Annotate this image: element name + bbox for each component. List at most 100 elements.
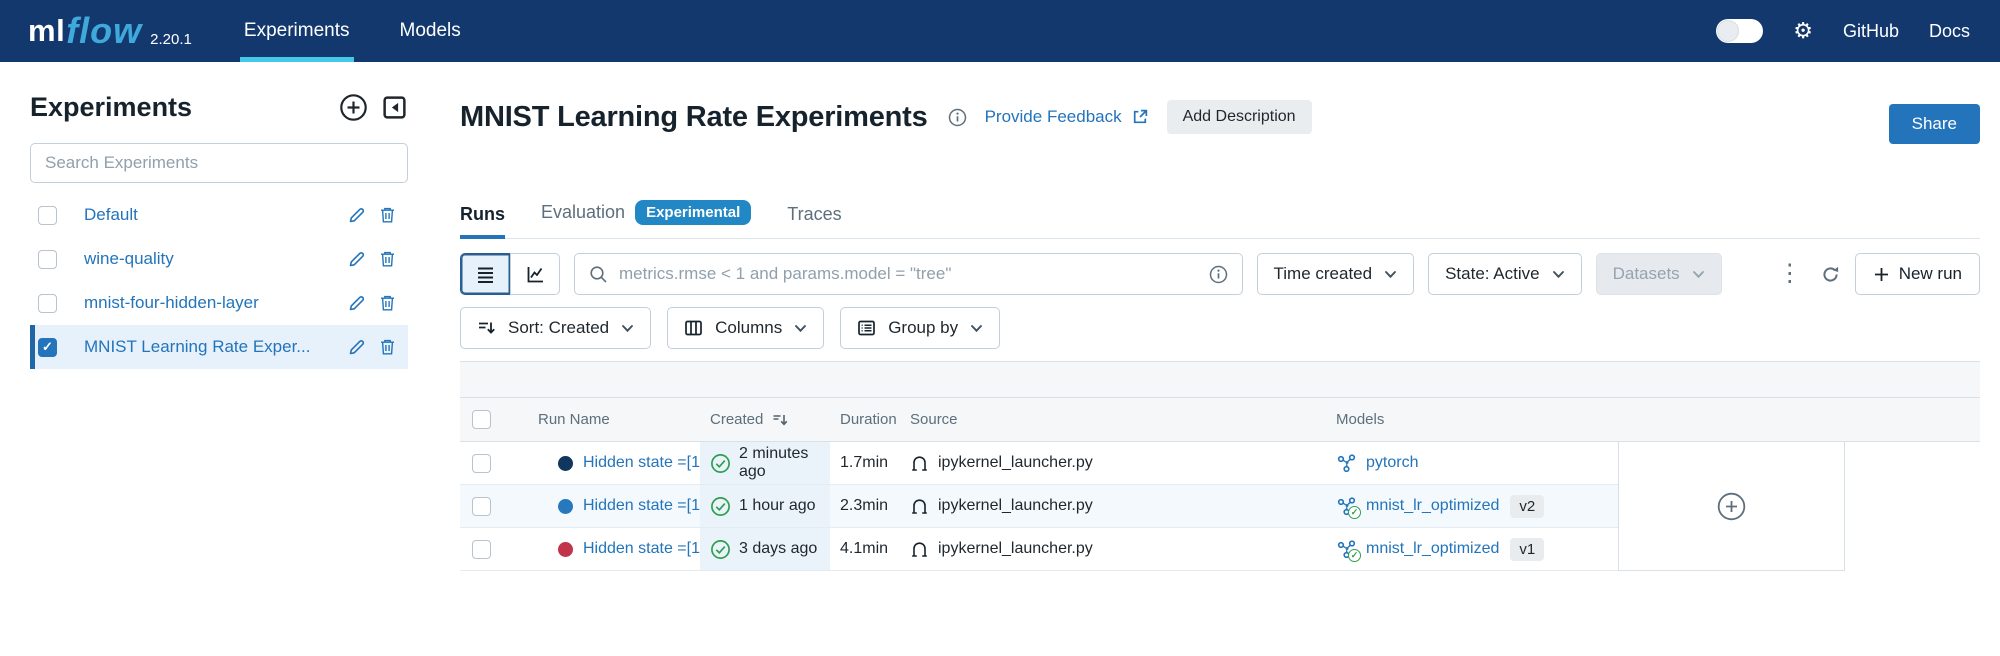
github-link[interactable]: GitHub <box>1843 21 1899 42</box>
group-by-dropdown[interactable]: Group by <box>840 307 1000 349</box>
share-button[interactable]: Share <box>1889 104 1980 144</box>
notebook-source-icon <box>910 454 929 473</box>
chart-view-icon <box>525 264 546 285</box>
model-link[interactable]: mnist_lr_optimized <box>1366 497 1499 515</box>
nav-tab-experiments[interactable]: Experiments <box>244 0 350 62</box>
top-navbar: mlflow2.20.1 Experiments Models ⚙ GitHub… <box>0 0 2000 62</box>
runs-search-input[interactable] <box>619 264 1198 284</box>
refresh-icon[interactable] <box>1820 264 1841 285</box>
theme-toggle[interactable] <box>1716 19 1763 43</box>
experiment-checkbox[interactable] <box>38 206 57 225</box>
search-experiments-input[interactable] <box>30 143 408 183</box>
version-label: 2.20.1 <box>150 31 192 48</box>
model-link[interactable]: mnist_lr_optimized <box>1366 540 1499 558</box>
registered-check-icon: ✓ <box>1348 549 1361 562</box>
run-row[interactable]: Hidden state =[1024, 1... 2 minutes ago … <box>460 442 1618 485</box>
chevron-down-icon <box>621 324 634 333</box>
more-options-kebab-icon[interactable]: ⋮ <box>1774 262 1806 286</box>
run-status-success-icon <box>710 496 731 517</box>
search-info-icon[interactable] <box>1209 265 1228 284</box>
page-title: MNIST Learning Rate Experiments <box>460 101 928 134</box>
run-checkbox[interactable] <box>472 497 491 516</box>
model-link[interactable]: pytorch <box>1366 454 1418 472</box>
create-experiment-icon[interactable] <box>339 93 368 122</box>
column-header-created[interactable]: Created <box>700 411 830 428</box>
run-checkbox[interactable] <box>472 540 491 559</box>
delete-trash-icon[interactable] <box>379 206 396 224</box>
experiment-checkbox-checked[interactable]: ✓ <box>38 338 57 357</box>
experiment-list-item[interactable]: wine-quality <box>30 237 408 281</box>
column-header-run-name[interactable]: Run Name <box>516 411 700 428</box>
experiment-checkbox[interactable] <box>38 294 57 313</box>
experiment-list-item-selected[interactable]: ✓ MNIST Learning Rate Exper... <box>30 325 408 369</box>
run-row[interactable]: Hidden state =[1024, 1... 3 days ago 4.1… <box>460 528 1618 571</box>
select-all-checkbox[interactable] <box>472 410 491 429</box>
experiment-link[interactable]: mnist-four-hidden-layer <box>84 293 348 313</box>
sort-label: Sort: Created <box>508 318 609 338</box>
sort-icon <box>477 319 496 337</box>
runs-search-box <box>574 253 1243 295</box>
datasets-label: Datasets <box>1613 264 1680 284</box>
experiment-link[interactable]: wine-quality <box>84 249 348 269</box>
nav-tab-models[interactable]: Models <box>400 0 461 62</box>
run-created-label: 1 hour ago <box>739 497 816 515</box>
registered-model-icon: ✓ <box>1336 539 1357 560</box>
runs-toolbar: Time created State: Active Datasets ⋮ Ne… <box>460 253 1980 295</box>
tab-evaluation-label: Evaluation <box>541 202 625 223</box>
edit-pencil-icon[interactable] <box>348 206 366 224</box>
table-body: Hidden state =[1024, 1... 2 minutes ago … <box>460 442 1980 571</box>
delete-trash-icon[interactable] <box>379 338 396 356</box>
model-icon <box>1336 453 1357 474</box>
docs-link[interactable]: Docs <box>1929 21 1970 42</box>
run-name-link[interactable]: Hidden state =[1024, 1... <box>583 497 700 515</box>
collapse-sidebar-icon[interactable] <box>381 94 408 121</box>
experiment-link[interactable]: MNIST Learning Rate Exper... <box>84 337 348 357</box>
experiment-list-item[interactable]: mnist-four-hidden-layer <box>30 281 408 325</box>
state-dropdown[interactable]: State: Active <box>1428 253 1582 295</box>
table-controls-toolbar: Sort: Created Columns Group by <box>460 307 1980 349</box>
column-header-source[interactable]: Source <box>906 411 1320 428</box>
info-icon[interactable] <box>948 108 967 127</box>
list-view-button[interactable] <box>460 253 510 295</box>
run-row[interactable]: Hidden state =[1024, 1... 1 hour ago 2.3… <box>460 485 1618 528</box>
state-label: State: Active <box>1445 264 1540 284</box>
tab-runs[interactable]: Runs <box>460 204 505 238</box>
mlflow-logo[interactable]: mlflow2.20.1 <box>28 0 192 62</box>
columns-icon <box>684 319 703 337</box>
gear-icon[interactable]: ⚙ <box>1793 20 1813 42</box>
columns-dropdown[interactable]: Columns <box>667 307 824 349</box>
add-description-button[interactable]: Add Description <box>1167 100 1312 134</box>
experiment-link[interactable]: Default <box>84 205 348 225</box>
column-header-models[interactable]: Models <box>1320 411 1618 428</box>
edit-pencil-icon[interactable] <box>348 338 366 356</box>
experiment-list-item[interactable]: Default <box>30 193 408 237</box>
run-created-label: 2 minutes ago <box>739 445 830 481</box>
run-status-success-icon <box>710 539 731 560</box>
plus-icon <box>1873 266 1890 283</box>
run-name-link[interactable]: Hidden state =[1024, 1... <box>583 454 700 472</box>
time-created-dropdown[interactable]: Time created <box>1257 253 1415 295</box>
add-column-plus-icon[interactable] <box>1716 491 1747 522</box>
edit-pencil-icon[interactable] <box>348 294 366 312</box>
list-view-icon <box>475 264 496 285</box>
run-checkbox[interactable] <box>472 454 491 473</box>
delete-trash-icon[interactable] <box>379 294 396 312</box>
chart-view-button[interactable] <box>510 253 560 295</box>
run-source-label: ipykernel_launcher.py <box>938 454 1093 472</box>
sort-dropdown[interactable]: Sort: Created <box>460 307 651 349</box>
edit-pencil-icon[interactable] <box>348 250 366 268</box>
experimental-badge: Experimental <box>635 200 751 225</box>
experiment-checkbox[interactable] <box>38 250 57 269</box>
new-run-button[interactable]: New run <box>1855 253 1980 295</box>
column-header-duration[interactable]: Duration <box>830 411 906 428</box>
search-icon <box>589 265 608 284</box>
run-name-link[interactable]: Hidden state =[1024, 1... <box>583 540 700 558</box>
run-color-dot <box>558 499 573 514</box>
table-header-row: Run Name Created Duration Source Models <box>460 398 1980 442</box>
provide-feedback-link[interactable]: Provide Feedback <box>985 107 1149 127</box>
datasets-dropdown[interactable]: Datasets <box>1596 253 1722 295</box>
tab-evaluation[interactable]: Evaluation Experimental <box>541 200 751 238</box>
nav-tab-experiments-label: Experiments <box>244 20 350 42</box>
tab-traces[interactable]: Traces <box>787 204 841 238</box>
delete-trash-icon[interactable] <box>379 250 396 268</box>
